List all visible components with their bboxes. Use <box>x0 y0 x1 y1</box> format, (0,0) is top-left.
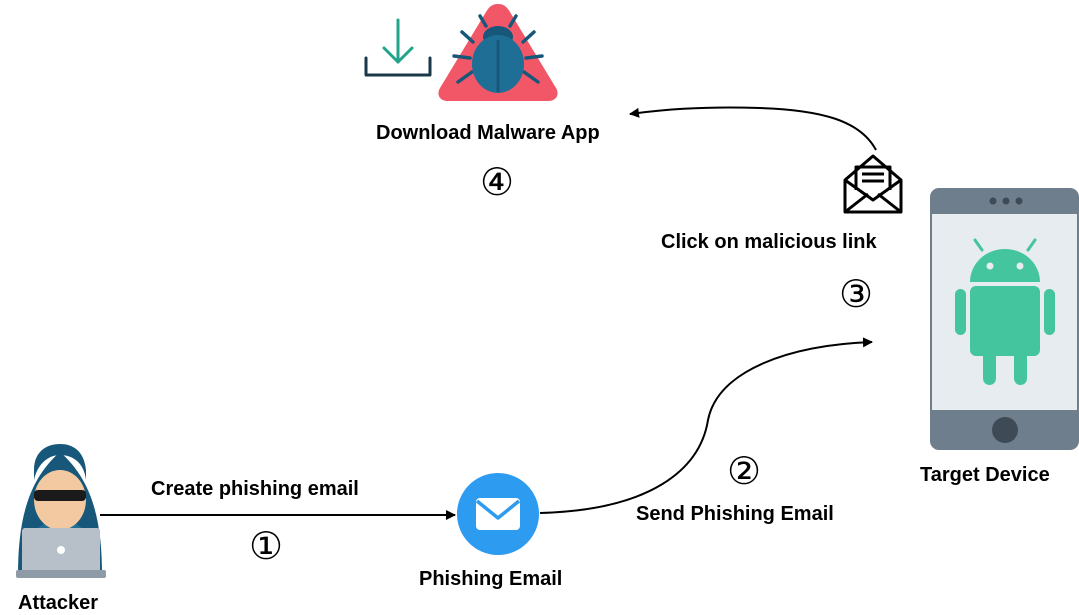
step-2-number: ② <box>726 449 762 493</box>
step-3-label: Click on malicious link <box>661 231 877 253</box>
step-3-number: ③ <box>838 272 874 316</box>
target-device-label: Target Device <box>920 464 1050 486</box>
attacker-label: Attacker <box>18 592 99 614</box>
malware-app-label: Download Malware App <box>376 122 600 144</box>
phishing-attack-diagram: Download Malware App ④ Click on maliciou… <box>0 0 1079 614</box>
step-1-number: ① <box>248 524 284 568</box>
step-2-label: Send Phishing Email <box>636 503 834 525</box>
phishing-email-label: Phishing Email <box>419 568 563 590</box>
bug-warning-icon <box>438 4 558 101</box>
step-4-number: ④ <box>479 160 515 204</box>
step-1-label: Create phishing email <box>151 478 359 500</box>
